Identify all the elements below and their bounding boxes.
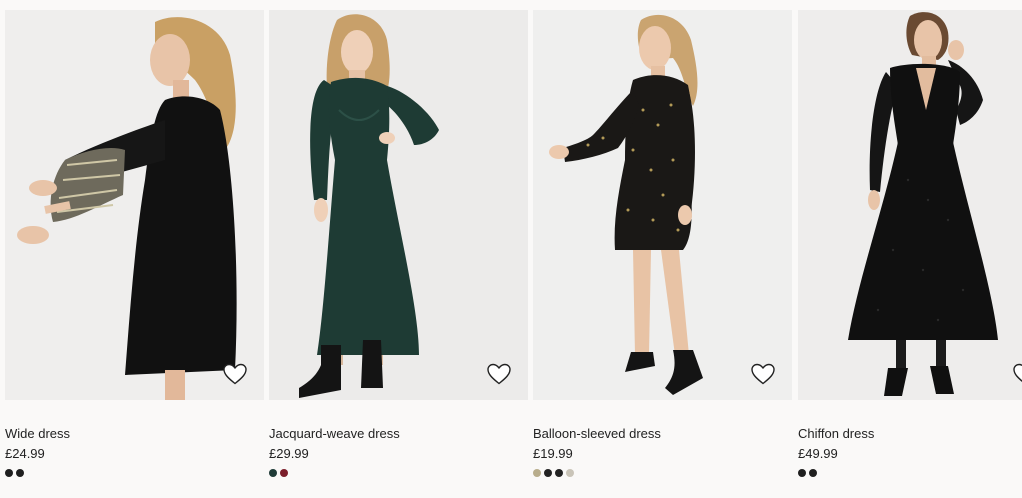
product-title[interactable]: Jacquard-weave dress <box>269 426 400 441</box>
product-card-jacquard-weave-dress[interactable]: Jacquard-weave dress £29.99 <box>269 10 528 477</box>
color-swatch[interactable] <box>798 469 806 477</box>
color-swatch[interactable] <box>269 469 277 477</box>
model-photo <box>5 10 264 400</box>
color-swatches <box>798 469 817 477</box>
product-title[interactable]: Wide dress <box>5 426 70 441</box>
product-image[interactable] <box>533 10 792 400</box>
color-swatch[interactable] <box>566 469 574 477</box>
product-card-balloon-sleeved-dress[interactable]: Balloon-sleeved dress £19.99 <box>533 10 792 477</box>
product-card-wide-dress[interactable]: Wide dress £24.99 <box>5 10 264 477</box>
product-image[interactable] <box>798 10 1022 400</box>
product-image[interactable] <box>269 10 528 400</box>
color-swatches <box>269 469 288 477</box>
model-photo <box>269 10 528 400</box>
product-price: £49.99 <box>798 446 838 461</box>
model-photo <box>798 10 1022 400</box>
product-image[interactable] <box>5 10 264 400</box>
heart-outline-icon[interactable] <box>1012 362 1022 386</box>
color-swatch[interactable] <box>544 469 552 477</box>
heart-outline-icon[interactable] <box>750 362 776 386</box>
product-title[interactable]: Chiffon dress <box>798 426 874 441</box>
color-swatch[interactable] <box>5 469 13 477</box>
color-swatch[interactable] <box>555 469 563 477</box>
color-swatch[interactable] <box>16 469 24 477</box>
product-price: £19.99 <box>533 446 573 461</box>
model-photo <box>533 10 792 400</box>
product-price: £24.99 <box>5 446 45 461</box>
product-grid: Wide dress £24.99 Jacquard-weave dress £… <box>0 0 1022 498</box>
product-card-chiffon-dress[interactable]: Chiffon dress £49.99 <box>798 10 1022 477</box>
product-price: £29.99 <box>269 446 309 461</box>
heart-outline-icon[interactable] <box>486 362 512 386</box>
color-swatch[interactable] <box>280 469 288 477</box>
product-title[interactable]: Balloon-sleeved dress <box>533 426 661 441</box>
color-swatches <box>533 469 574 477</box>
heart-outline-icon[interactable] <box>222 362 248 386</box>
color-swatch[interactable] <box>533 469 541 477</box>
color-swatches <box>5 469 24 477</box>
color-swatch[interactable] <box>809 469 817 477</box>
